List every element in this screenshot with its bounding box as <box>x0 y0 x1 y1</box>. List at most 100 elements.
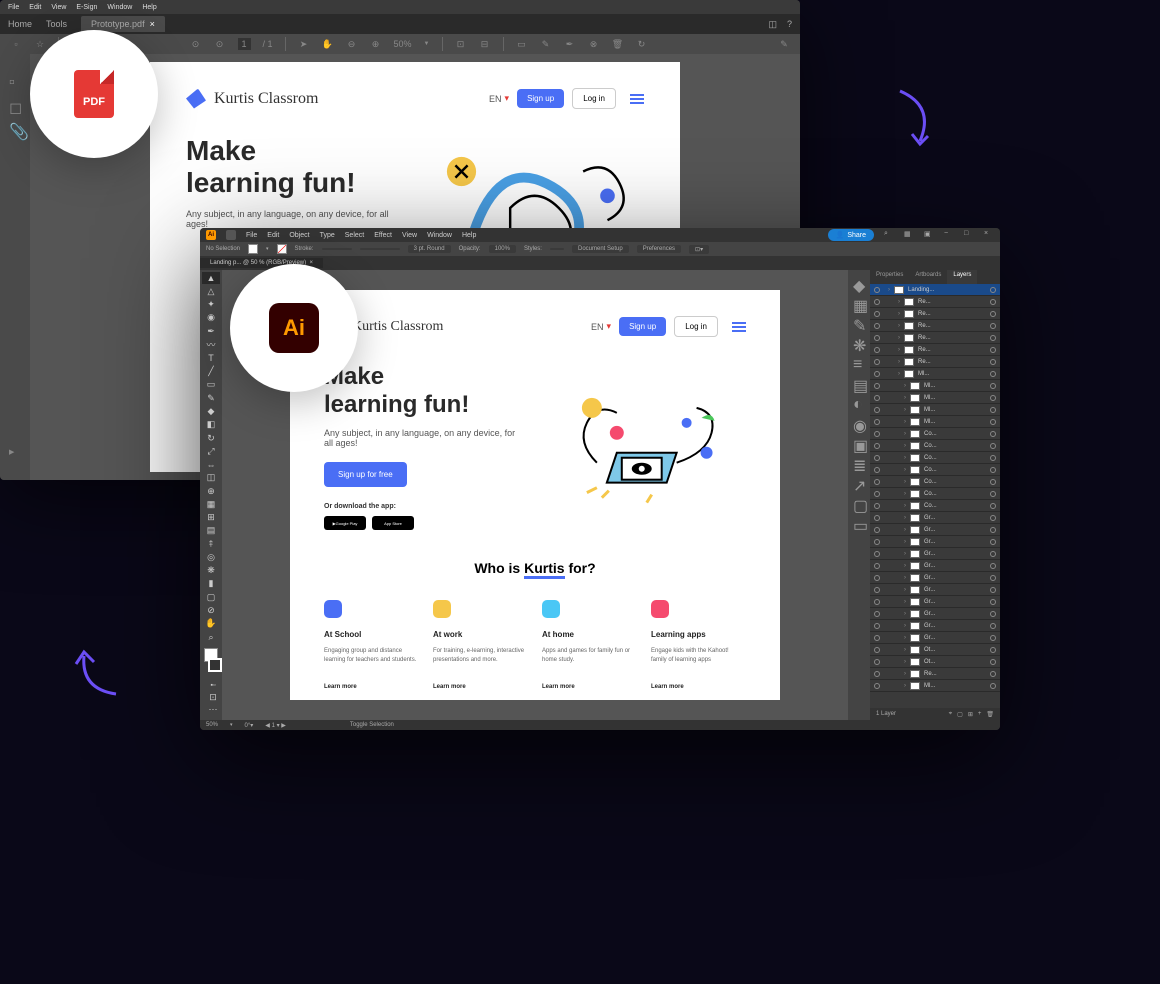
app-store-badge[interactable]: App Store <box>372 516 414 530</box>
visibility-icon[interactable] <box>874 311 880 317</box>
workspace-icon[interactable]: ▣ <box>924 230 934 240</box>
gradient-tool-icon[interactable]: ▤ <box>202 525 220 537</box>
blend-tool-icon[interactable]: ◎ <box>202 551 220 563</box>
chevron-icon[interactable]: › <box>904 527 906 533</box>
brush-tool-icon[interactable]: ✎ <box>202 392 220 404</box>
target-icon[interactable] <box>990 287 996 293</box>
visibility-icon[interactable] <box>874 395 880 401</box>
signup-button[interactable]: Sign up <box>517 89 564 108</box>
target-icon[interactable] <box>990 623 996 629</box>
menu-edit[interactable]: Edit <box>29 4 41 11</box>
target-icon[interactable] <box>990 515 996 521</box>
layer-row[interactable]: › Co... <box>870 452 1000 464</box>
page-up-icon[interactable]: ⊙ <box>190 38 202 50</box>
layer-row[interactable]: › Co... <box>870 440 1000 452</box>
visibility-icon[interactable] <box>874 683 880 689</box>
bookmarks-icon[interactable]: ◻ <box>9 98 21 110</box>
chevron-icon[interactable]: › <box>904 671 906 677</box>
rotate-tool-icon[interactable]: ↻ <box>202 432 220 444</box>
panel-stroke-icon[interactable]: ≡ <box>853 356 865 368</box>
target-icon[interactable] <box>990 467 996 473</box>
notification-icon[interactable]: ◫ <box>768 19 777 30</box>
layer-row[interactable]: › Gr... <box>870 584 1000 596</box>
panel-swatches-icon[interactable]: ▦ <box>853 296 865 308</box>
ai-menu-type[interactable]: Type <box>320 232 335 239</box>
menu-view[interactable]: View <box>51 4 66 11</box>
home-icon[interactable] <box>226 230 236 240</box>
layer-row[interactable]: › Ml... <box>870 404 1000 416</box>
visibility-icon[interactable] <box>874 527 880 533</box>
menu-icon[interactable] <box>630 94 644 104</box>
chevron-icon[interactable]: › <box>904 635 906 641</box>
layer-row[interactable]: › Co... <box>870 488 1000 500</box>
fill-swatch[interactable] <box>248 244 258 254</box>
styles-dd[interactable] <box>550 248 564 250</box>
panel-tab-artboards[interactable]: Artboards <box>909 270 947 284</box>
target-icon[interactable] <box>990 371 996 377</box>
ai-menu-view[interactable]: View <box>402 232 417 239</box>
prefs-button[interactable]: Preferences <box>637 245 681 253</box>
chevron-icon[interactable]: › <box>904 551 906 557</box>
chevron-icon[interactable]: › <box>898 347 900 353</box>
chevron-icon[interactable]: › <box>898 311 900 317</box>
maximize-icon[interactable]: □ <box>964 230 974 240</box>
target-icon[interactable] <box>990 359 996 365</box>
zoom-level[interactable]: 50% <box>394 39 412 49</box>
target-icon[interactable] <box>990 299 996 305</box>
free-transform-tool-icon[interactable]: ◫ <box>202 472 220 484</box>
layer-row[interactable]: › Ot... <box>870 656 1000 668</box>
chevron-icon[interactable]: › <box>904 575 906 581</box>
chevron-icon[interactable]: › <box>904 683 906 689</box>
login-button[interactable]: Log in <box>572 88 616 109</box>
layer-row[interactable]: › Co... <box>870 500 1000 512</box>
panel-brushes-icon[interactable]: ✎ <box>853 316 865 328</box>
target-icon[interactable] <box>990 659 996 665</box>
chevron-icon[interactable]: › <box>904 479 906 485</box>
screen-mode-icon[interactable]: ⊡ <box>204 692 222 702</box>
visibility-icon[interactable] <box>874 611 880 617</box>
target-icon[interactable] <box>990 599 996 605</box>
visibility-icon[interactable] <box>874 563 880 569</box>
chevron-icon[interactable]: › <box>904 503 906 509</box>
layer-row[interactable]: › Gr... <box>870 548 1000 560</box>
layer-row[interactable]: › Re... <box>870 356 1000 368</box>
target-icon[interactable] <box>990 455 996 461</box>
visibility-icon[interactable] <box>874 623 880 629</box>
eraser-tool-icon[interactable]: ◧ <box>202 419 220 431</box>
ai-menu-effect[interactable]: Effect <box>374 232 392 239</box>
rotate-status[interactable]: 0°▾ <box>245 722 254 729</box>
hand-tool-icon[interactable]: ✋ <box>202 618 220 630</box>
selection-tool-icon[interactable]: ▲ <box>202 272 220 284</box>
width-icon[interactable]: ⊟ <box>479 38 491 50</box>
shape-builder-tool-icon[interactable]: ⊕ <box>202 485 220 497</box>
chevron-icon[interactable]: › <box>904 491 906 497</box>
layer-row[interactable]: › Re... <box>870 332 1000 344</box>
layer-row[interactable]: › Ml... <box>870 368 1000 380</box>
menu-esign[interactable]: E-Sign <box>76 4 97 11</box>
chevron-icon[interactable]: › <box>904 563 906 569</box>
visibility-icon[interactable] <box>874 515 880 521</box>
new-sublayer-icon[interactable]: ⊞ <box>968 711 973 718</box>
edit-toolbar-icon[interactable]: ⋯ <box>204 704 222 714</box>
target-icon[interactable] <box>990 635 996 641</box>
opacity-value[interactable]: 100% <box>489 245 516 253</box>
chevron-icon[interactable]: › <box>904 599 906 605</box>
chevron-icon[interactable]: › <box>904 407 906 413</box>
ai-menu-object[interactable]: Object <box>289 232 309 239</box>
layer-row[interactable]: › Gr... <box>870 632 1000 644</box>
scale-tool-icon[interactable]: ⤢ <box>202 445 220 457</box>
target-icon[interactable] <box>990 347 996 353</box>
expand-icon[interactable]: ▶ <box>9 448 21 460</box>
language-selector[interactable]: EN▾ <box>591 321 611 332</box>
target-icon[interactable] <box>990 503 996 509</box>
align-dd[interactable]: ⊡▾ <box>689 245 709 254</box>
visibility-icon[interactable] <box>874 419 880 425</box>
attachments-icon[interactable]: 📎 <box>9 122 21 134</box>
slice-tool-icon[interactable]: ⊘ <box>202 604 220 616</box>
login-button[interactable]: Log in <box>674 316 718 337</box>
chevron-icon[interactable]: › <box>898 335 900 341</box>
help-icon[interactable]: ? <box>787 19 792 30</box>
layer-row[interactable]: › Gr... <box>870 572 1000 584</box>
visibility-icon[interactable] <box>874 431 880 437</box>
visibility-icon[interactable] <box>874 647 880 653</box>
